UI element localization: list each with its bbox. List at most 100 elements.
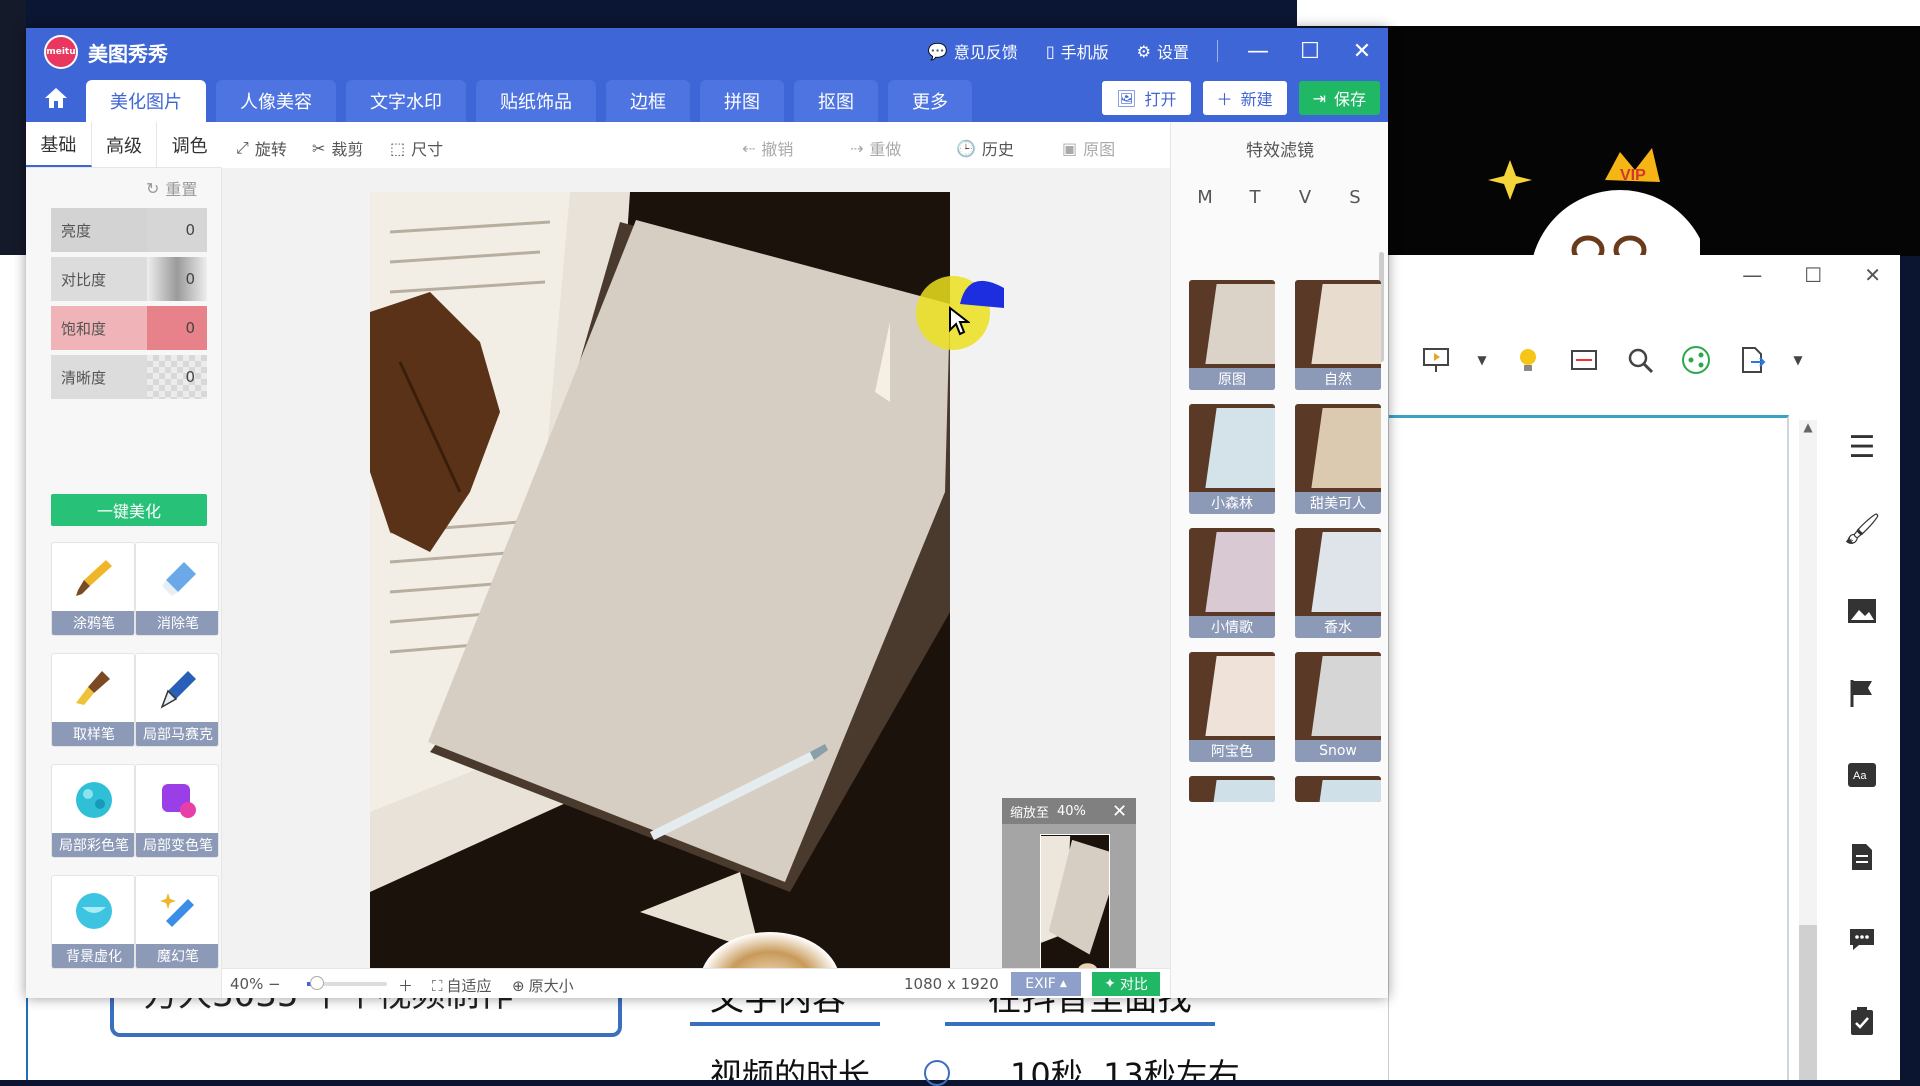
subtab-color[interactable]: 调色: [157, 122, 222, 167]
canvas-area[interactable]: 缩放至 40% ✕: [222, 168, 1170, 988]
mobile-version-button[interactable]: ▯ 手机版: [1046, 39, 1109, 63]
rotate-button[interactable]: ⤢ 旋转: [236, 136, 287, 160]
original-label: 原图: [1083, 140, 1116, 159]
navigator-thumbnail[interactable]: [1040, 834, 1110, 974]
tab-beautify[interactable]: 美化图片: [86, 80, 206, 122]
filter-preview: [1311, 532, 1381, 612]
reset-button[interactable]: ↻ 重置: [146, 176, 197, 200]
subtab-advanced[interactable]: 高级: [92, 122, 158, 167]
tool-local-color-pen[interactable]: 局部彩色笔: [51, 764, 135, 858]
size-button[interactable]: ⬚ 尺寸: [390, 136, 443, 160]
compare-button[interactable]: ✦ 对比: [1092, 972, 1160, 996]
brightness-slider[interactable]: 亮度 0: [51, 208, 207, 252]
zoom-slider-handle[interactable]: [310, 976, 324, 990]
tab-more[interactable]: 更多: [888, 80, 972, 122]
filter-tab-m[interactable]: M: [1185, 180, 1225, 214]
zoom-in-icon[interactable]: ＋: [398, 975, 413, 996]
close-icon[interactable]: ✕: [1864, 263, 1881, 287]
filter-snow[interactable]: Snow: [1295, 652, 1381, 762]
chevron-down-icon[interactable]: ▼: [1791, 343, 1805, 377]
redo-button[interactable]: ⇢ 重做: [850, 136, 901, 160]
adjust-panel: 基础 高级 调色 ↻ 重置 亮度 0 对比度 0 饱和度 0 清晰度 0 一键美…: [26, 122, 222, 998]
new-button[interactable]: ＋ 新建: [1202, 81, 1287, 115]
tab-portrait[interactable]: 人像美容: [216, 80, 336, 122]
tab-collage[interactable]: 拼图: [700, 80, 784, 122]
editing-photo[interactable]: [370, 192, 950, 988]
minimize-icon[interactable]: —: [1246, 39, 1270, 64]
form-icon[interactable]: [1567, 343, 1601, 377]
tool-sample-pen[interactable]: 取样笔: [51, 653, 135, 747]
text-style-icon[interactable]: Aa: [1842, 753, 1882, 797]
tab-stickers[interactable]: 贴纸饰品: [476, 80, 596, 122]
size-label: 尺寸: [411, 140, 444, 159]
undo-button[interactable]: ⇠ 撤销: [742, 136, 793, 160]
flag-icon[interactable]: [1842, 671, 1882, 715]
chevron-down-icon[interactable]: ▼: [1475, 343, 1489, 377]
clipboard-check-icon[interactable]: [1842, 999, 1882, 1043]
tool-local-recolor-pen[interactable]: 局部变色笔: [135, 764, 219, 858]
collapse-node-icon[interactable]: [924, 1060, 950, 1086]
sharpness-slider[interactable]: 清晰度 0: [51, 355, 207, 399]
search-icon[interactable]: [1623, 343, 1657, 377]
minimize-icon[interactable]: —: [1742, 263, 1762, 287]
actual-size-button[interactable]: ⊕ 原大小: [512, 975, 574, 996]
original-button[interactable]: ▣ 原图: [1062, 136, 1115, 160]
filter-abao[interactable]: 阿宝色: [1189, 652, 1275, 762]
tab-text-watermark[interactable]: 文字水印: [346, 80, 466, 122]
presentation-icon[interactable]: [1419, 343, 1453, 377]
settings-button[interactable]: ⚙ 设置: [1137, 39, 1189, 63]
outline-list-icon[interactable]: ☰: [1842, 425, 1882, 469]
saturation-slider[interactable]: 饱和度 0: [51, 306, 207, 350]
filter-tab-t[interactable]: T: [1235, 180, 1275, 214]
image-icon[interactable]: [1842, 589, 1882, 633]
contrast-slider[interactable]: 对比度 0: [51, 257, 207, 301]
exif-button[interactable]: EXIF ▲: [1011, 972, 1081, 996]
close-icon[interactable]: ✕: [1112, 801, 1127, 822]
export-icon[interactable]: [1735, 343, 1769, 377]
zoom-navigator[interactable]: 缩放至 40% ✕: [1002, 798, 1136, 988]
subtab-basic[interactable]: 基础: [26, 122, 92, 167]
image-icon: ▣: [1062, 138, 1078, 158]
sparkle-icon: ✦: [1104, 976, 1116, 992]
secondary-scrollbar-thumb[interactable]: [1799, 925, 1817, 1080]
filter-tab-v[interactable]: V: [1285, 180, 1325, 214]
filter-original[interactable]: 原图: [1189, 280, 1275, 390]
comment-icon[interactable]: [1842, 917, 1882, 961]
one-click-beautify-button[interactable]: 一键美化: [51, 494, 207, 526]
tool-background-blur[interactable]: 背景虚化: [51, 875, 135, 969]
filter-tab-s[interactable]: S: [1335, 180, 1375, 214]
fit-button[interactable]: ⛶ 自适应: [432, 975, 492, 996]
filter-love-song[interactable]: 小情歌: [1189, 528, 1275, 638]
filter-little-forest[interactable]: 小森林: [1189, 404, 1275, 514]
lightbulb-icon[interactable]: [1511, 343, 1545, 377]
open-button[interactable]: 🖼 打开: [1102, 81, 1191, 115]
tab-cutout[interactable]: 抠图: [794, 80, 878, 122]
tab-frame[interactable]: 边框: [606, 80, 690, 122]
maximize-icon[interactable]: ☐: [1298, 39, 1322, 64]
share-icon[interactable]: [1679, 343, 1713, 377]
slider-label: 亮度: [51, 208, 147, 252]
tool-eraser-pen[interactable]: 消除笔: [135, 542, 219, 636]
close-icon[interactable]: ✕: [1350, 39, 1374, 64]
save-button[interactable]: ⇥ 保存: [1298, 81, 1380, 115]
home-button[interactable]: [38, 80, 74, 116]
scroll-up-icon[interactable]: ▲: [1799, 420, 1817, 440]
maximize-icon[interactable]: ☐: [1804, 263, 1822, 287]
filter-partial[interactable]: [1295, 776, 1381, 802]
filter-sweet[interactable]: 甜美可人: [1295, 404, 1381, 514]
tool-local-mosaic[interactable]: 局部马赛克: [135, 653, 219, 747]
background-doc-left: [0, 255, 26, 1080]
feedback-button[interactable]: 💬 意见反馈: [928, 39, 1018, 63]
titlebar: meitu 美图秀秀 💬 意见反馈 ▯ 手机版 ⚙ 设置 — ☐ ✕: [26, 28, 1388, 74]
history-button[interactable]: 🕒 历史: [956, 136, 1014, 160]
document-icon[interactable]: [1842, 835, 1882, 879]
filter-natural[interactable]: 自然: [1295, 280, 1381, 390]
crop-button[interactable]: ✂ 裁剪: [312, 136, 363, 160]
filter-category-tabs: M T V S: [1185, 180, 1375, 214]
tool-magic-pen[interactable]: 魔幻笔: [135, 875, 219, 969]
filter-perfume[interactable]: 香水: [1295, 528, 1381, 638]
zoom-out-icon[interactable]: −: [268, 975, 281, 993]
format-brush-icon[interactable]: 🖌: [1842, 507, 1882, 551]
tool-doodle-pen[interactable]: 涂鸦笔: [51, 542, 135, 636]
filter-partial[interactable]: [1189, 776, 1275, 802]
